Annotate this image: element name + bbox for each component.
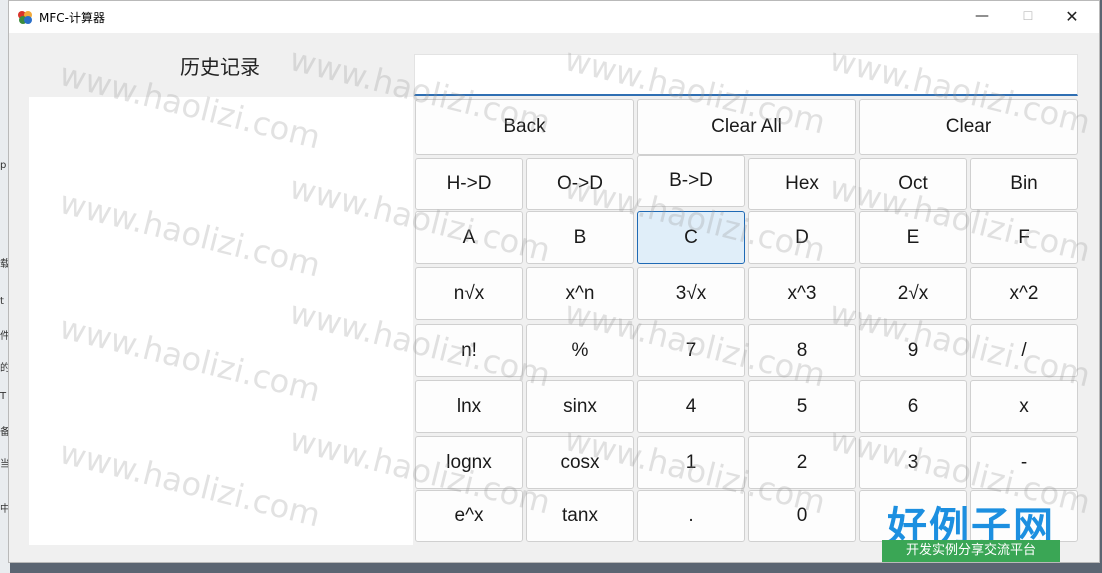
digit-6-button[interactable]: 6 <box>859 380 967 433</box>
site-logo: 好例子网 开发实例分享交流平台 <box>880 494 1062 564</box>
minimize-button[interactable]: — <box>959 1 1005 31</box>
close-button[interactable]: ✕ <box>1049 1 1095 31</box>
window-title: MFC-计算器 <box>39 11 105 25</box>
square-button[interactable]: x^2 <box>970 267 1078 320</box>
digit-4-button[interactable]: 4 <box>637 380 745 433</box>
cube-root-button[interactable]: 3√x <box>637 267 745 320</box>
title-bar[interactable]: MFC-计算器 — ☐ ✕ <box>9 1 1099 33</box>
desktop-glyph: t <box>0 296 4 307</box>
logo-sub-text: 开发实例分享交流平台 <box>882 540 1060 562</box>
ln-button[interactable]: lnx <box>415 380 523 433</box>
nth-root-button[interactable]: n√x <box>415 267 523 320</box>
desktop-glyph: p <box>0 160 7 171</box>
maximize-button[interactable]: ☐ <box>1005 1 1051 31</box>
app-icon <box>18 11 32 24</box>
bin-button[interactable]: Bin <box>970 158 1078 210</box>
desktop-glyph: T <box>0 391 7 402</box>
